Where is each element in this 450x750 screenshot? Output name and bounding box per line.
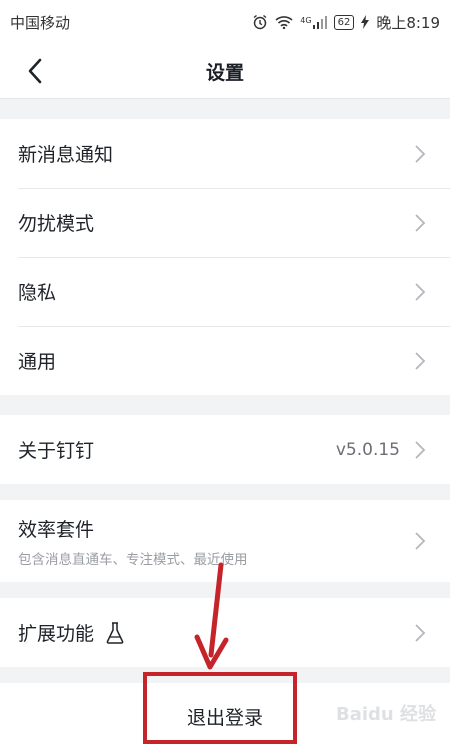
settings-item-label: 新消息通知: [18, 144, 114, 166]
settings-item-extensions[interactable]: 扩展功能: [0, 598, 450, 667]
settings-item-efficiency-suite[interactable]: 效率套件 包含消息直通车、专注模式、最近使用: [0, 500, 450, 582]
chevron-right-icon: [415, 351, 426, 370]
highlight-box: [143, 672, 297, 744]
settings-item-label: 隐私: [18, 282, 57, 304]
settings-item-do-not-disturb[interactable]: 勿扰模式: [0, 188, 450, 257]
flask-icon: [106, 621, 124, 644]
settings-group-about: 关于钉钉 v5.0.15: [0, 415, 450, 484]
settings-item-description: 包含消息直通车、专注模式、最近使用: [18, 551, 248, 568]
watermark-text: Baidu 经验: [335, 704, 436, 725]
signal-icon: 4G: [300, 15, 327, 29]
chevron-right-icon: [415, 282, 426, 301]
battery-level: 62: [333, 14, 355, 30]
chevron-right-icon: [415, 213, 426, 232]
settings-item-label: 效率套件: [18, 518, 95, 541]
watermark: Baidu 经验: [336, 700, 436, 726]
settings-group-extensions: 扩展功能: [0, 598, 450, 667]
settings-item-label: 勿扰模式: [18, 213, 95, 235]
status-bar: 中国移动 4G 62 晚上8:19: [0, 0, 450, 44]
chevron-right-icon: [415, 144, 426, 163]
carrier-name: 中国移动: [10, 13, 71, 32]
settings-item-privacy[interactable]: 隐私: [0, 257, 450, 326]
wifi-icon: [275, 15, 293, 29]
chevron-left-icon: [28, 58, 42, 84]
navigation-bar: 设置: [0, 44, 450, 99]
app-version: v5.0.15: [335, 439, 400, 460]
settings-item-label: 关于钉钉: [18, 440, 95, 462]
status-icons: 4G 62 晚上8:19: [252, 12, 440, 33]
settings-item-about[interactable]: 关于钉钉 v5.0.15: [0, 415, 450, 484]
chevron-right-icon: [415, 532, 426, 550]
charging-icon: [361, 15, 370, 29]
back-button[interactable]: [18, 55, 52, 87]
page-title: 设置: [205, 61, 244, 84]
chevron-right-icon: [415, 623, 426, 642]
network-type: 4G: [300, 15, 312, 25]
settings-item-general[interactable]: 通用: [0, 326, 450, 395]
settings-item-label: 通用: [18, 351, 57, 373]
alarm-icon: [252, 14, 268, 30]
settings-group-suite: 效率套件 包含消息直通车、专注模式、最近使用: [0, 500, 450, 582]
settings-item-label: 扩展功能: [18, 623, 95, 645]
chevron-right-icon: [415, 440, 426, 459]
clock: 晚上8:19: [376, 13, 440, 32]
settings-group-general: 新消息通知 勿扰模式 隐私 通用: [0, 119, 450, 395]
settings-item-notifications[interactable]: 新消息通知: [0, 119, 450, 188]
